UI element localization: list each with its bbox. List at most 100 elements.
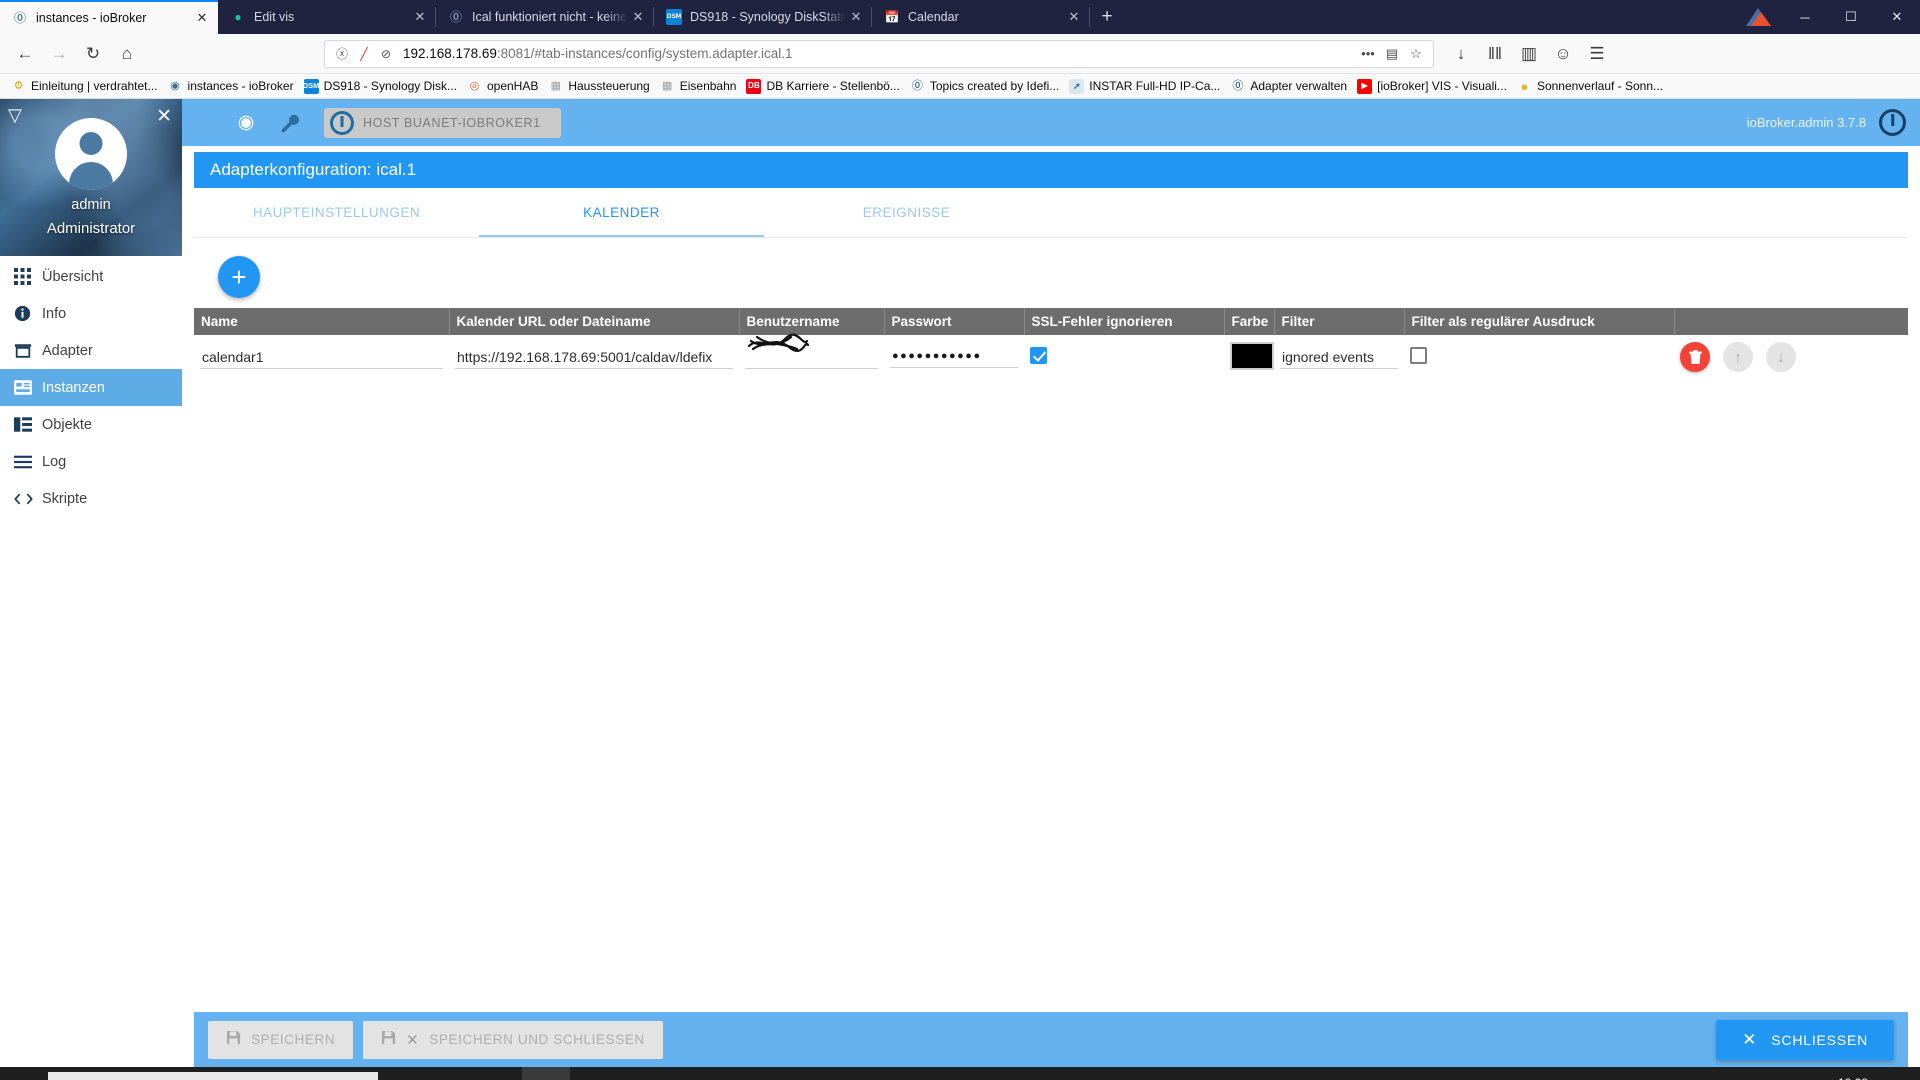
sidebar-close-icon[interactable]: ✕: [156, 105, 172, 128]
forward-icon[interactable]: →: [42, 39, 76, 69]
sidebar-collapse-icon[interactable]: ▽: [8, 105, 22, 126]
bookmark-item[interactable]: ▶ [ioBroker] VIS - Visuali...: [1352, 78, 1512, 94]
sidebar-item-objekte[interactable]: Objekte: [0, 406, 182, 443]
openhab-favicon-icon: ◎: [469, 79, 480, 92]
cell-username: [739, 333, 884, 379]
iobroker-logo-icon: [330, 110, 354, 135]
browser-tab-3[interactable]: DSM DS918 - Synology DiskStation ✕: [654, 0, 872, 34]
host-selector[interactable]: HOST BUANET-IOBROKER1: [324, 107, 561, 138]
url-path: :8081/#tab-instances/config/system.adapt…: [496, 46, 793, 61]
window-close-button[interactable]: ✕: [1874, 0, 1920, 34]
shield-icon[interactable]: ⓧ: [331, 45, 353, 62]
window-maximize-button[interactable]: ☐: [1828, 0, 1874, 34]
row-actions: ↑ ↓: [1680, 342, 1902, 372]
browser-tab-4[interactable]: 📅 Calendar ✕: [872, 0, 1090, 34]
sidebar-item-log[interactable]: Log: [0, 443, 182, 480]
calendar-url-input[interactable]: [455, 345, 733, 369]
color-swatch[interactable]: [1230, 341, 1274, 370]
taskbar-clock[interactable]: 18:28 06.04.2020: [1802, 1076, 1878, 1080]
tab-close-icon[interactable]: ✕: [1064, 9, 1084, 25]
browser-tab-0[interactable]: ⓪ instances - ioBroker ✕: [0, 0, 218, 34]
sidebar-item-uebersicht[interactable]: Übersicht: [0, 258, 182, 295]
browser-tab-title: DS918 - Synology DiskStation: [690, 10, 846, 24]
cell-name: [194, 335, 449, 379]
window-minimize-button[interactable]: ─: [1782, 0, 1828, 34]
vis-icon: ●: [234, 10, 242, 24]
reader-mode-icon[interactable]: ▤: [1381, 46, 1403, 62]
bookmark-star-icon[interactable]: ☆: [1405, 46, 1427, 62]
account-icon[interactable]: ☺: [1546, 39, 1580, 69]
move-up-icon[interactable]: ↑: [1723, 342, 1753, 372]
address-bar[interactable]: ⓧ ╱ ⊘ 192.168.178.69:8081/#tab-instances…: [324, 39, 1434, 68]
sidebar-item-info[interactable]: Info: [0, 295, 182, 332]
clock-time: 18:28: [1838, 1076, 1868, 1080]
tab-close-icon[interactable]: ✕: [846, 9, 866, 25]
sidebar-item-skripte[interactable]: Skripte: [0, 480, 182, 517]
browser-tab-2[interactable]: ⓪ Ical funktioniert nicht - keine E ✕: [436, 0, 654, 34]
tab-kalender[interactable]: KALENDER: [479, 188, 764, 237]
save-and-close-button[interactable]: ✕ SPEICHERN UND SCHLIESSEN: [363, 1020, 663, 1059]
bookmark-item[interactable]: ◉ instances - ioBroker: [163, 79, 299, 94]
calendar-filter-input[interactable]: [1280, 345, 1398, 369]
insecure-connection-icon[interactable]: ⊘: [375, 47, 397, 61]
sidebar-item-adapter[interactable]: Adapter: [0, 332, 182, 369]
close-button[interactable]: ✕ SCHLIESSEN: [1716, 1019, 1894, 1060]
gear-favicon-icon: ⚙: [13, 79, 24, 92]
bookmark-item[interactable]: ⚙ Einleitung | verdrahtet...: [6, 79, 163, 94]
start-button[interactable]: [0, 1067, 48, 1080]
wrench-icon[interactable]: [268, 104, 312, 142]
back-icon[interactable]: ←: [8, 39, 42, 69]
sidebar-item-instanzen[interactable]: Instanzen: [0, 369, 182, 406]
save-button[interactable]: SPEICHERN: [208, 1020, 354, 1059]
instances-icon: [14, 380, 42, 395]
sidebar-toggle-icon[interactable]: ▥: [1512, 39, 1546, 69]
tab-close-icon[interactable]: ✕: [192, 10, 212, 26]
microsoft-store-icon[interactable]: [474, 1067, 522, 1080]
app-toolbar: ◉ HOST BUANET-IOBROKER1 ioBroker.admin 3…: [182, 99, 1920, 146]
bookmark-item[interactable]: ▦ Haussteuerung: [543, 79, 654, 94]
task-view-icon[interactable]: [378, 1067, 426, 1080]
new-tab-button[interactable]: +: [1090, 0, 1124, 34]
tab-haupteinstellungen[interactable]: HAUPTEINSTELLUNGEN: [194, 188, 479, 237]
table-header-row: Name Kalender URL oder Dateiname Benutze…: [194, 308, 1908, 335]
bookmark-item[interactable]: ● Sonnenverlauf - Sonn...: [1512, 79, 1668, 94]
bookmark-label: DB Karriere - Stellenbö...: [766, 79, 900, 93]
bookmark-item[interactable]: DB DB Karriere - Stellenbö...: [741, 78, 904, 94]
app-menu-icon[interactable]: ☰: [1580, 39, 1614, 69]
dsm-favicon-icon: DSM: [303, 78, 319, 94]
bookmark-item[interactable]: ➚ INSTAR Full-HD IP-Ca...: [1064, 78, 1225, 94]
move-down-icon[interactable]: ↓: [1766, 342, 1796, 372]
library-icon[interactable]: ‖‖: [1478, 39, 1512, 69]
bookmark-item[interactable]: ◎ openHAB: [462, 79, 543, 94]
taskbar-search-box[interactable]: ○ Zur Suche Text hier eingeben: [48, 1072, 378, 1080]
store-icon: [14, 342, 42, 359]
ssl-ignore-checkbox[interactable]: [1030, 347, 1047, 364]
cell-ssl-ignore: [1024, 335, 1224, 379]
folder-favicon-icon: ▦: [550, 79, 562, 92]
delete-row-icon[interactable]: [1680, 342, 1710, 372]
filter-regex-checkbox[interactable]: [1410, 347, 1427, 364]
tab-ereignisse[interactable]: EREIGNISSE: [764, 188, 1049, 237]
home-icon[interactable]: ⌂: [110, 39, 144, 69]
tracking-protection-icon[interactable]: ╱: [353, 47, 375, 61]
bookmark-item[interactable]: ⓪ Topics created by Idefi...: [905, 79, 1064, 94]
bookmark-item[interactable]: DSM DS918 - Synology Disk...: [299, 78, 462, 94]
bookmark-item[interactable]: ▦ Eisenbahn: [655, 79, 742, 94]
firefox-icon[interactable]: [522, 1067, 570, 1080]
bookmark-item[interactable]: ⓪ Adapter verwalten: [1225, 79, 1352, 94]
downloads-icon[interactable]: ↓: [1444, 39, 1478, 69]
reload-icon[interactable]: ↻: [76, 39, 110, 69]
cell-filter: [1274, 335, 1404, 379]
config-footer-bar: SPEICHERN ✕ SPEICHERN UND SCHLIESSEN ✕ S…: [194, 1012, 1908, 1067]
page-actions-icon[interactable]: •••: [1357, 46, 1379, 61]
tab-close-icon[interactable]: ✕: [410, 9, 430, 25]
tab-close-icon[interactable]: ✕: [628, 9, 648, 25]
browser-tab-1[interactable]: ● Edit vis ✕: [218, 0, 436, 34]
file-explorer-icon[interactable]: [426, 1067, 474, 1080]
add-calendar-button[interactable]: +: [218, 256, 260, 298]
eye-icon[interactable]: ◉: [224, 104, 268, 142]
calendar-password-input[interactable]: ●●●●●●●●●●●: [890, 346, 1018, 368]
window-controls: ─ ☐ ✕: [1738, 0, 1920, 34]
calendar-name-input[interactable]: [200, 345, 443, 369]
code-icon: [14, 492, 42, 506]
